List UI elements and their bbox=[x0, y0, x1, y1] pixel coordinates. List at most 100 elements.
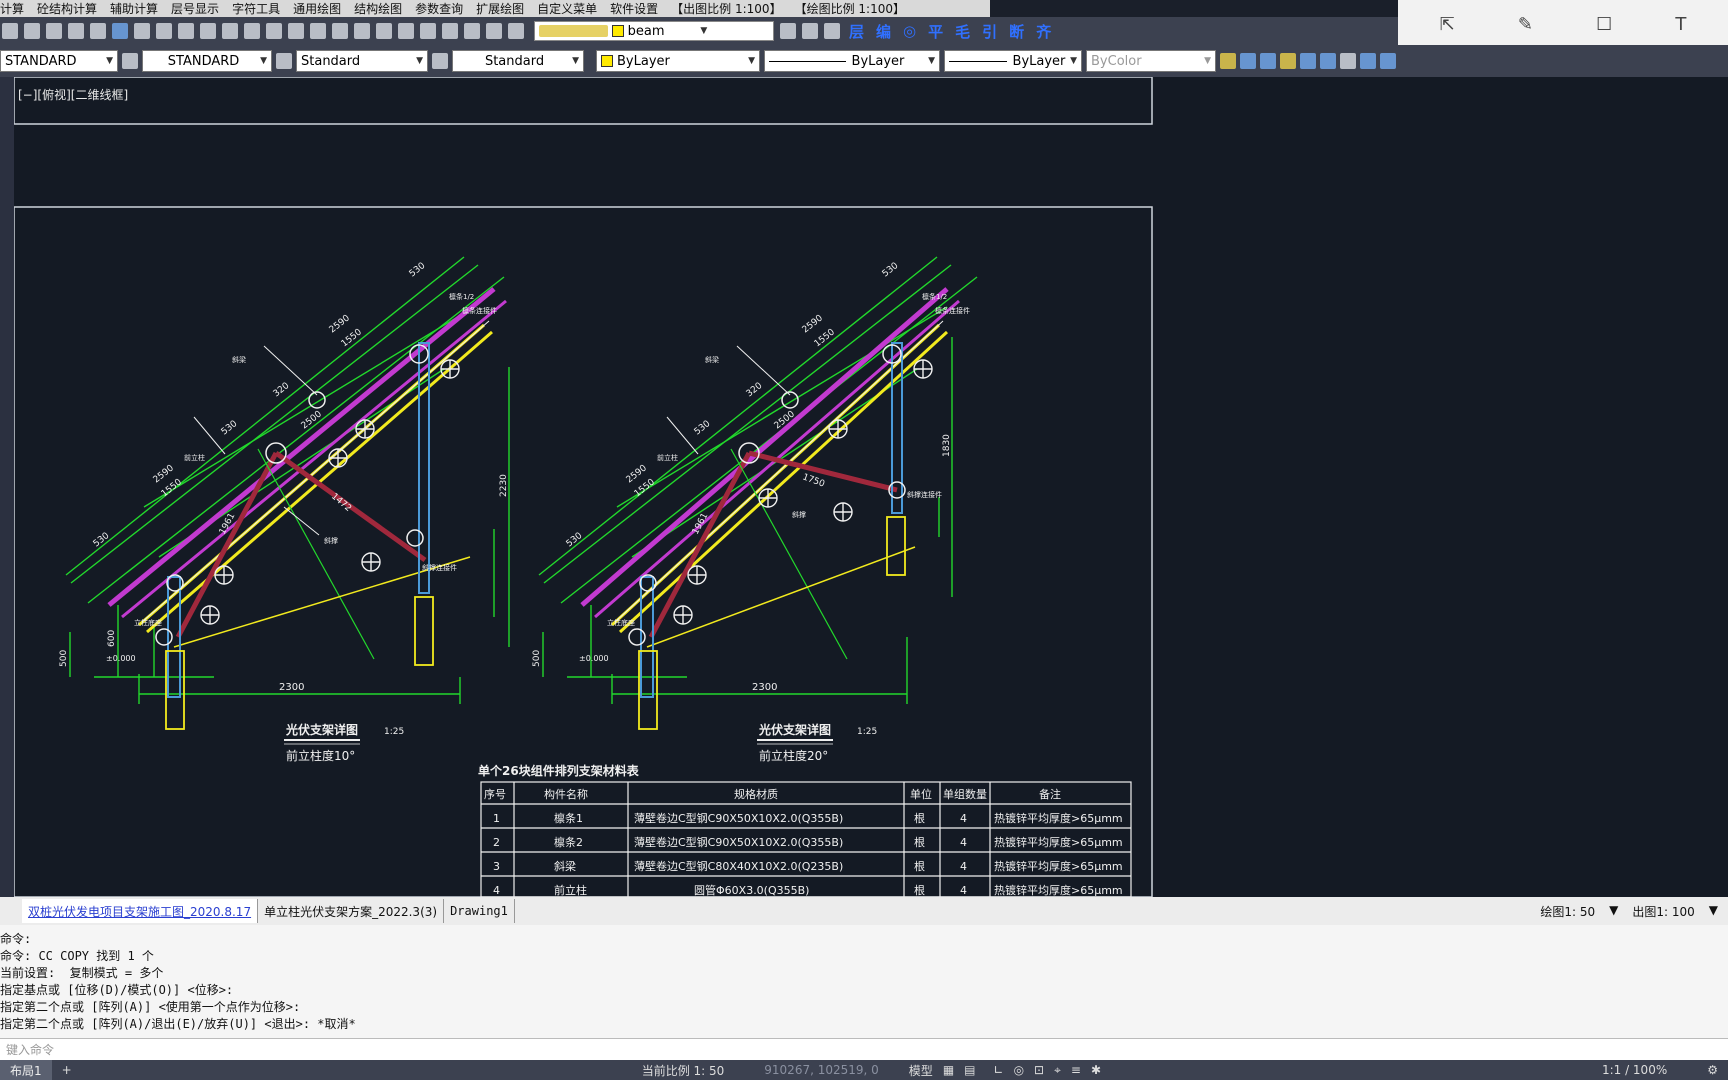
menu-item-9[interactable]: 自定义菜单 bbox=[537, 0, 597, 17]
text-tool-icon[interactable]: T bbox=[1675, 14, 1686, 35]
new-file-icon[interactable] bbox=[2, 23, 18, 39]
menu-item-draw-scale[interactable]: 【绘图比例 1:100】 bbox=[795, 0, 905, 17]
pencil-icon[interactable]: ✎ bbox=[1518, 14, 1533, 35]
lineweight-dropdown[interactable]: ByLayer ▼ bbox=[944, 50, 1082, 72]
right-detail-scale: 1:25 bbox=[857, 727, 877, 737]
zoom-realtime-icon[interactable] bbox=[288, 23, 304, 39]
calculator-icon[interactable] bbox=[464, 23, 480, 39]
plugin-tool-7-icon[interactable]: 断 bbox=[1009, 21, 1024, 42]
grid-icon[interactable]: ▦ bbox=[943, 1063, 954, 1077]
cut-icon[interactable] bbox=[134, 23, 150, 39]
material-table: 单个26块组件排列支架材料表 序号 构件名称 规格材质 单位 单组数量 备注 1… bbox=[478, 763, 1132, 898]
menu-item-4[interactable]: 字符工具 bbox=[232, 0, 280, 17]
layout-tab[interactable]: 布局1 bbox=[0, 1060, 52, 1080]
osnap-icon[interactable]: ⊡ bbox=[1034, 1063, 1044, 1077]
polar-icon[interactable]: ◎ bbox=[1014, 1063, 1024, 1077]
multileader-style-value: Standard bbox=[484, 53, 545, 69]
menu-item-1[interactable]: 砼结构计算 bbox=[37, 0, 97, 17]
annotation-icon[interactable]: ✱ bbox=[1091, 1063, 1101, 1077]
menu-item-10[interactable]: 软件设置 bbox=[610, 0, 658, 17]
command-input[interactable]: 键入命令 bbox=[0, 1038, 1728, 1060]
multileader-style-icon[interactable] bbox=[432, 53, 448, 69]
table-style-dropdown[interactable]: Standard ▼ bbox=[296, 50, 428, 72]
lineweight-icon[interactable]: ≡ bbox=[1071, 1063, 1081, 1077]
plugin-tool-8-icon[interactable]: 齐 bbox=[1036, 21, 1051, 42]
menu-item-8[interactable]: 扩展绘图 bbox=[476, 0, 524, 17]
otrack-icon[interactable]: ⌖ bbox=[1054, 1063, 1061, 1078]
plugin-tool-2-icon[interactable]: 编 bbox=[876, 21, 891, 42]
ortho-icon[interactable]: ∟ bbox=[994, 1063, 1004, 1077]
svg-text:序号: 序号 bbox=[484, 787, 506, 801]
plugin-icon-e[interactable] bbox=[1300, 53, 1316, 69]
help-icon[interactable] bbox=[486, 23, 502, 39]
annotation-scale[interactable]: 1:1 / 100% bbox=[1602, 1063, 1667, 1077]
undo-icon[interactable] bbox=[222, 23, 238, 39]
plot-icon[interactable] bbox=[112, 23, 128, 39]
paste-icon[interactable] bbox=[178, 23, 194, 39]
chevron-down-icon[interactable]: ▼ bbox=[1709, 903, 1718, 920]
zoom-previous-icon[interactable] bbox=[332, 23, 348, 39]
plugin-tool-1-icon[interactable]: 层 bbox=[849, 21, 864, 42]
plugin-tool-6-icon[interactable]: 引 bbox=[982, 21, 997, 42]
menu-item-2[interactable]: 辅助计算 bbox=[110, 0, 158, 17]
layer-previous-icon[interactable] bbox=[802, 23, 818, 39]
plugin-tool-4-icon[interactable]: 平 bbox=[928, 21, 943, 42]
properties-icon[interactable] bbox=[354, 23, 370, 39]
viewport-label[interactable]: [−][俯视][二维线框] bbox=[18, 86, 128, 103]
multileader-style-dropdown[interactable]: Standard ▼ bbox=[452, 50, 584, 72]
tab-drawing-2[interactable]: 单立柱光伏支架方案_2022.3(3) bbox=[258, 899, 445, 923]
save-icon[interactable] bbox=[24, 23, 40, 39]
draw-scale-dropdown[interactable]: 绘图1: 50 bbox=[1540, 903, 1595, 920]
text-style-dropdown[interactable]: STANDARD ▼ bbox=[0, 50, 118, 72]
sheet-set-icon[interactable] bbox=[420, 23, 436, 39]
layer-properties-icon[interactable] bbox=[508, 23, 524, 39]
menu-item-3[interactable]: 层号显示 bbox=[171, 0, 219, 17]
color-dropdown[interactable]: ByLayer ▼ bbox=[596, 50, 760, 72]
layer-state-icon[interactable] bbox=[824, 23, 840, 39]
tab-drawing-3[interactable]: Drawing1 bbox=[444, 899, 515, 923]
snap-icon[interactable]: ▤ bbox=[964, 1063, 975, 1077]
markup-icon[interactable] bbox=[442, 23, 458, 39]
table-style-icon[interactable] bbox=[276, 53, 292, 69]
dim-style-dropdown[interactable]: STANDARD ▼ bbox=[142, 50, 272, 72]
make-current-layer-icon[interactable] bbox=[780, 23, 796, 39]
preview-icon[interactable] bbox=[68, 23, 84, 39]
rectangle-icon[interactable]: ☐ bbox=[1596, 14, 1612, 35]
plugin-icon-i[interactable] bbox=[1380, 53, 1396, 69]
menu-item-plot-scale[interactable]: 【出图比例 1:100】 bbox=[671, 0, 781, 17]
redo-icon[interactable] bbox=[244, 23, 260, 39]
add-layout-icon[interactable]: + bbox=[62, 1063, 72, 1077]
chevron-down-icon[interactable]: ▼ bbox=[1609, 903, 1618, 920]
tool-palette-icon[interactable] bbox=[398, 23, 414, 39]
design-center-icon[interactable] bbox=[376, 23, 392, 39]
plugin-icon-a[interactable] bbox=[1220, 53, 1236, 69]
linetype-dropdown[interactable]: ByLayer ▼ bbox=[764, 50, 940, 72]
menu-item-7[interactable]: 参数查询 bbox=[415, 0, 463, 17]
match-properties-icon[interactable] bbox=[200, 23, 216, 39]
plugin-icon-f[interactable] bbox=[1320, 53, 1336, 69]
plot-scale-dropdown[interactable]: 出图1: 100 bbox=[1632, 903, 1694, 920]
select-arrow-icon[interactable]: ⇱ bbox=[1440, 14, 1455, 35]
plugin-icon-b[interactable] bbox=[1240, 53, 1256, 69]
dim-style-icon[interactable] bbox=[122, 53, 138, 69]
drawing-viewport[interactable]: 530 2590 1550 320 530 2590 1550 530 2500… bbox=[13, 76, 1728, 898]
plugin-tool-3-icon[interactable]: ◎ bbox=[903, 22, 916, 40]
tab-drawing-1[interactable]: 双桩光伏发电项目支架施工图_2020.8.17 bbox=[22, 899, 259, 923]
plugin-tool-5-icon[interactable]: 毛 bbox=[955, 21, 970, 42]
publish-icon[interactable] bbox=[90, 23, 106, 39]
layer-dropdown[interactable]: beam ▼ bbox=[534, 21, 774, 41]
plugin-icon-g[interactable] bbox=[1340, 53, 1356, 69]
copy-icon[interactable] bbox=[156, 23, 172, 39]
plugin-icon-h[interactable] bbox=[1360, 53, 1376, 69]
plugin-icon-d[interactable] bbox=[1280, 53, 1296, 69]
zoom-window-icon[interactable] bbox=[310, 23, 326, 39]
gear-icon[interactable]: ⚙ bbox=[1707, 1063, 1718, 1077]
print-icon[interactable] bbox=[46, 23, 62, 39]
plugin-icon-c[interactable] bbox=[1260, 53, 1276, 69]
pan-icon[interactable] bbox=[266, 23, 282, 39]
menu-item-5[interactable]: 通用绘图 bbox=[293, 0, 341, 17]
model-space-button[interactable]: 模型 bbox=[909, 1062, 933, 1079]
menu-item-6[interactable]: 结构绘图 bbox=[354, 0, 402, 17]
menu-item-0[interactable]: 计算 bbox=[0, 0, 24, 17]
plotstyle-dropdown[interactable]: ByColor ▼ bbox=[1086, 50, 1216, 72]
